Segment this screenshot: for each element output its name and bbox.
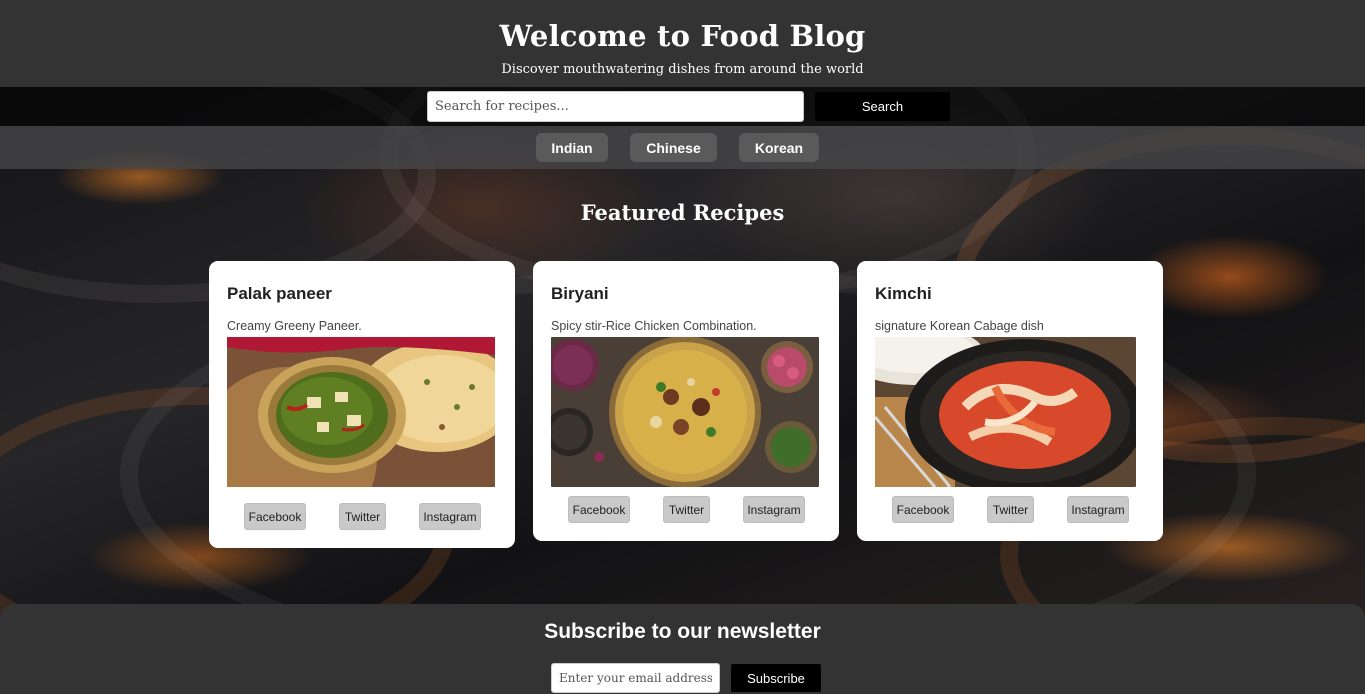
site-header: Welcome to Food Blog Discover mouthwater… xyxy=(0,0,1365,87)
recipe-description: Spicy stir-Rice Chicken Combination. xyxy=(551,319,757,333)
recipe-description: Creamy Greeny Paneer. xyxy=(227,319,362,333)
recipe-card-palak-paneer: Palak paneer Creamy Greeny Paneer. Faceb… xyxy=(209,261,515,548)
subscribe-button[interactable]: Subscribe xyxy=(731,664,821,692)
search-button[interactable]: Search xyxy=(815,92,950,121)
recipe-description: signature Korean Cabage dish xyxy=(875,319,1044,333)
category-indian-button[interactable]: Indian xyxy=(536,133,608,162)
facebook-share-button[interactable]: Facebook xyxy=(568,496,630,523)
twitter-share-button[interactable]: Twitter xyxy=(663,496,710,523)
category-nav: Indian Chinese Korean xyxy=(0,126,1365,169)
newsletter-title: Subscribe to our newsletter xyxy=(544,620,821,643)
twitter-share-button[interactable]: Twitter xyxy=(987,496,1034,523)
recipe-card-kimchi: Kimchi signature Korean Cabage dish Face… xyxy=(857,261,1163,541)
recipe-card-biryani: Biryani Spicy stir-Rice Chicken Combinat… xyxy=(533,261,839,541)
recipe-title: Biryani xyxy=(551,284,609,303)
category-korean-button[interactable]: Korean xyxy=(739,133,819,162)
facebook-share-button[interactable]: Facebook xyxy=(892,496,954,523)
email-field[interactable] xyxy=(551,663,720,693)
category-chinese-button[interactable]: Chinese xyxy=(630,133,717,162)
instagram-share-button[interactable]: Instagram xyxy=(419,503,481,530)
recipe-title: Kimchi xyxy=(875,284,932,303)
site-title: Welcome to Food Blog xyxy=(499,19,866,53)
recipe-image-kimchi xyxy=(875,337,1136,487)
search-input[interactable] xyxy=(427,91,804,122)
facebook-share-button[interactable]: Facebook xyxy=(244,503,306,530)
recipe-image-biryani xyxy=(551,337,819,487)
twitter-share-button[interactable]: Twitter xyxy=(339,503,386,530)
search-bar: Search xyxy=(0,87,1365,126)
featured-recipes-heading: Featured Recipes xyxy=(580,200,785,225)
instagram-share-button[interactable]: Instagram xyxy=(1067,496,1129,523)
site-subtitle: Discover mouthwatering dishes from aroun… xyxy=(501,62,864,77)
instagram-share-button[interactable]: Instagram xyxy=(743,496,805,523)
newsletter-section: Subscribe to our newsletter Subscribe xyxy=(0,604,1365,694)
recipe-image-palak-paneer xyxy=(227,337,495,487)
recipe-title: Palak paneer xyxy=(227,284,332,303)
